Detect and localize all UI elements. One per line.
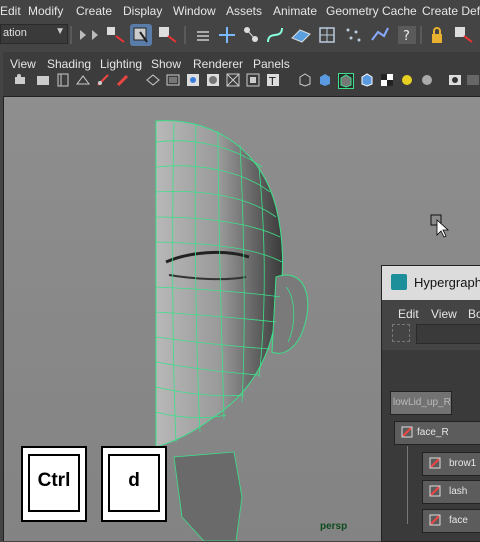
menu-set-value: ation [3,27,27,39]
deformations-icon[interactable] [316,24,338,46]
gate-mask-icon[interactable] [206,73,220,87]
joints-icon[interactable] [240,24,262,46]
surfaces-icon[interactable] [290,24,312,46]
film-gate-icon[interactable] [166,73,180,87]
panel-menu-lighting[interactable]: Lighting [100,57,142,71]
panel-menu-shading[interactable]: Shading [47,57,91,71]
ctrl-key-label: Ctrl [37,470,71,491]
hypergraph-node[interactable]: brow1 [422,452,480,476]
mask-toggle-icon[interactable] [192,24,214,46]
menu-animate[interactable]: Animate [273,4,317,18]
xray-icon[interactable] [466,73,480,87]
transform-node-icon [429,457,441,469]
transform-node-icon [429,514,441,526]
menu-modify[interactable]: Modify [28,4,63,18]
ctrl-key-overlay: Ctrl [21,446,87,522]
lock-icon[interactable] [426,24,448,46]
hypergraph-menu-view[interactable]: View [431,307,457,321]
panel-menu-panels[interactable]: Panels [253,57,290,71]
collapse-arrow-icon[interactable] [78,24,88,46]
maya-icon [391,274,407,290]
textured-icon[interactable] [360,73,374,87]
hypergraph-menu-bookmarks[interactable]: Bo [468,307,480,321]
hypergraph-node[interactable]: lash [422,480,480,504]
chevron-down-icon: ▼ [55,26,65,37]
field-chart-icon[interactable] [226,73,240,87]
hypergraph-node[interactable]: lowLid_up_R [390,391,452,415]
2d-pan-zoom-icon[interactable] [96,73,110,87]
select-camera-icon[interactable] [14,73,28,87]
lights-icon[interactable] [400,73,414,87]
snap-icon[interactable] [452,24,474,46]
help-icon[interactable]: ? [396,24,418,46]
hypergraph-title-bar[interactable]: Hypergraph [382,266,480,300]
d-key-label: d [128,470,140,491]
select-object-icon[interactable] [130,24,152,46]
hypergraph-node[interactable]: face_R [394,421,480,445]
hypergraph-title: Hypergraph [414,275,480,290]
hierarchy-line [407,446,408,524]
handle-icon[interactable] [216,24,238,46]
menu-set-dropdown[interactable]: ation ▼ [0,24,68,44]
select-hierarchy-icon[interactable] [104,24,126,46]
smooth-shade-icon[interactable] [318,73,332,87]
menu-create[interactable]: Create [76,4,112,18]
resolution-gate-icon[interactable] [186,73,200,87]
wireframe-on-shaded-icon[interactable] [338,73,354,89]
hypergraph-node[interactable]: face [422,509,480,533]
select-component-icon[interactable] [156,24,178,46]
wireframe-icon[interactable] [298,73,312,87]
menu-edit[interactable]: Edit [0,4,21,18]
checker-icon[interactable] [380,73,394,87]
panel-menu-renderer[interactable]: Renderer [193,57,243,71]
panel-menu-view[interactable]: View [10,57,36,71]
menu-geometry-cache[interactable]: Geometry Cache [326,4,417,18]
grease-pencil-icon[interactable] [116,73,130,87]
menu-create-deformers[interactable]: Create Defo [422,4,480,18]
safe-title-icon[interactable]: T [266,73,280,88]
camera-attributes-icon[interactable] [36,73,50,87]
menu-assets[interactable]: Assets [226,4,262,18]
shadows-icon[interactable] [420,73,434,87]
image-plane-icon[interactable] [76,73,90,87]
safe-action-icon[interactable] [246,73,260,87]
grid-toggle-icon[interactable] [146,73,160,87]
hypergraph-window: Hypergraph Edit View Bo lowLid_up_R face… [381,265,480,542]
isolate-select-icon[interactable] [448,73,462,87]
dynamics-icon[interactable] [342,24,364,46]
collapse-arrow-icon[interactable] [90,24,100,46]
toolbar-divider [184,26,186,44]
svg-text:T: T [268,75,276,87]
menu-window[interactable]: Window [173,4,216,18]
toolbar-divider [420,26,422,44]
main-menu-bar: Edit Modify Create Display Window Assets… [0,0,480,23]
hypergraph-menu-edit[interactable]: Edit [398,307,419,321]
toolbar-divider [70,26,72,44]
hypergraph-search-field[interactable] [416,324,480,344]
mouse-cursor-icon [430,214,450,238]
transform-node-icon [401,426,413,438]
render-icon[interactable] [368,24,390,46]
frame-all-icon[interactable] [392,324,410,342]
menu-display[interactable]: Display [123,4,162,18]
camera-label: persp [320,521,348,532]
panel-menu-show[interactable]: Show [151,57,181,71]
svg-text:?: ? [403,29,410,44]
curves-icon[interactable] [264,24,286,46]
bookmark-icon[interactable] [56,73,70,87]
d-key-overlay: d [101,446,167,522]
transform-node-icon [429,485,441,497]
